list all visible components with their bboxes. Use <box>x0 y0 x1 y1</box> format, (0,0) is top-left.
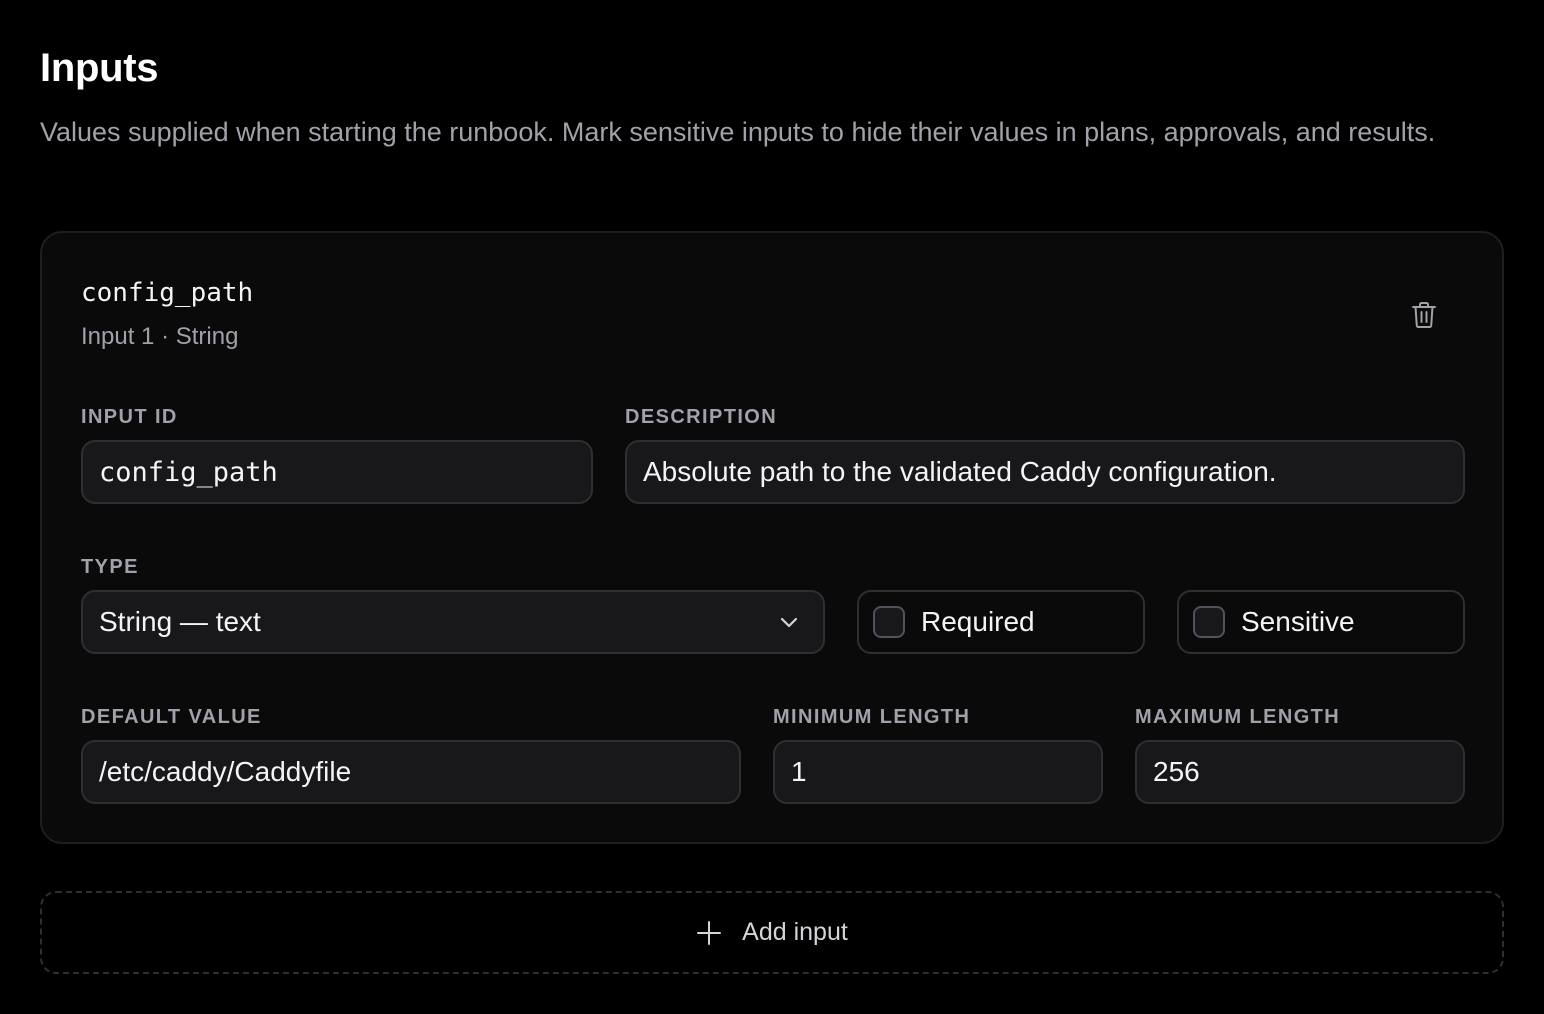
type-selected-value: String — text <box>99 606 261 637</box>
inputs-page: Inputs Values supplied when starting the… <box>0 0 1544 1014</box>
description-field[interactable]: Absolute path to the validated Caddy con… <box>625 440 1465 504</box>
plus-icon <box>697 920 722 945</box>
maximum-length-label: MAXIMUM LENGTH <box>1135 706 1341 728</box>
sensitive-label: Sensitive <box>1241 606 1355 637</box>
add-input-label: Add input <box>742 918 848 946</box>
type-select[interactable]: String — text <box>81 590 825 654</box>
input-card-meta: Input 1 · String <box>81 323 239 350</box>
input-card-name: config_path <box>81 278 254 308</box>
default-value-label: DEFAULT VALUE <box>81 706 262 728</box>
sensitive-checkbox[interactable]: Sensitive <box>1177 590 1465 654</box>
trash-icon <box>1412 302 1436 328</box>
required-checkbox-square[interactable] <box>873 606 905 638</box>
minimum-length-value: 1 <box>791 756 807 787</box>
section-description: Values supplied when starting the runboo… <box>40 117 1436 147</box>
input-id-value: config_path <box>99 456 278 488</box>
section-title: Inputs <box>40 46 159 90</box>
default-value-field[interactable]: /etc/caddy/Caddyfile <box>81 740 741 804</box>
chevron-down-icon <box>780 617 798 628</box>
required-checkbox[interactable]: Required <box>857 590 1145 654</box>
input-id-field[interactable]: config_path <box>81 440 593 504</box>
minimum-length-label: MINIMUM LENGTH <box>773 706 971 728</box>
minimum-length-field[interactable]: 1 <box>773 740 1103 804</box>
maximum-length-field[interactable]: 256 <box>1135 740 1465 804</box>
type-label: TYPE <box>81 556 139 578</box>
delete-input-button[interactable] <box>1404 295 1444 335</box>
default-value-value: /etc/caddy/Caddyfile <box>99 756 352 787</box>
input-id-label: INPUT ID <box>81 406 178 428</box>
maximum-length-value: 256 <box>1153 756 1200 787</box>
description-label: DESCRIPTION <box>625 406 778 428</box>
input-card: config_path Input 1 · String INPUT ID co… <box>40 231 1504 844</box>
required-label: Required <box>921 606 1035 637</box>
description-value: Absolute path to the validated Caddy con… <box>643 456 1277 487</box>
sensitive-checkbox-square[interactable] <box>1193 606 1225 638</box>
add-input-button[interactable]: Add input <box>40 891 1504 974</box>
